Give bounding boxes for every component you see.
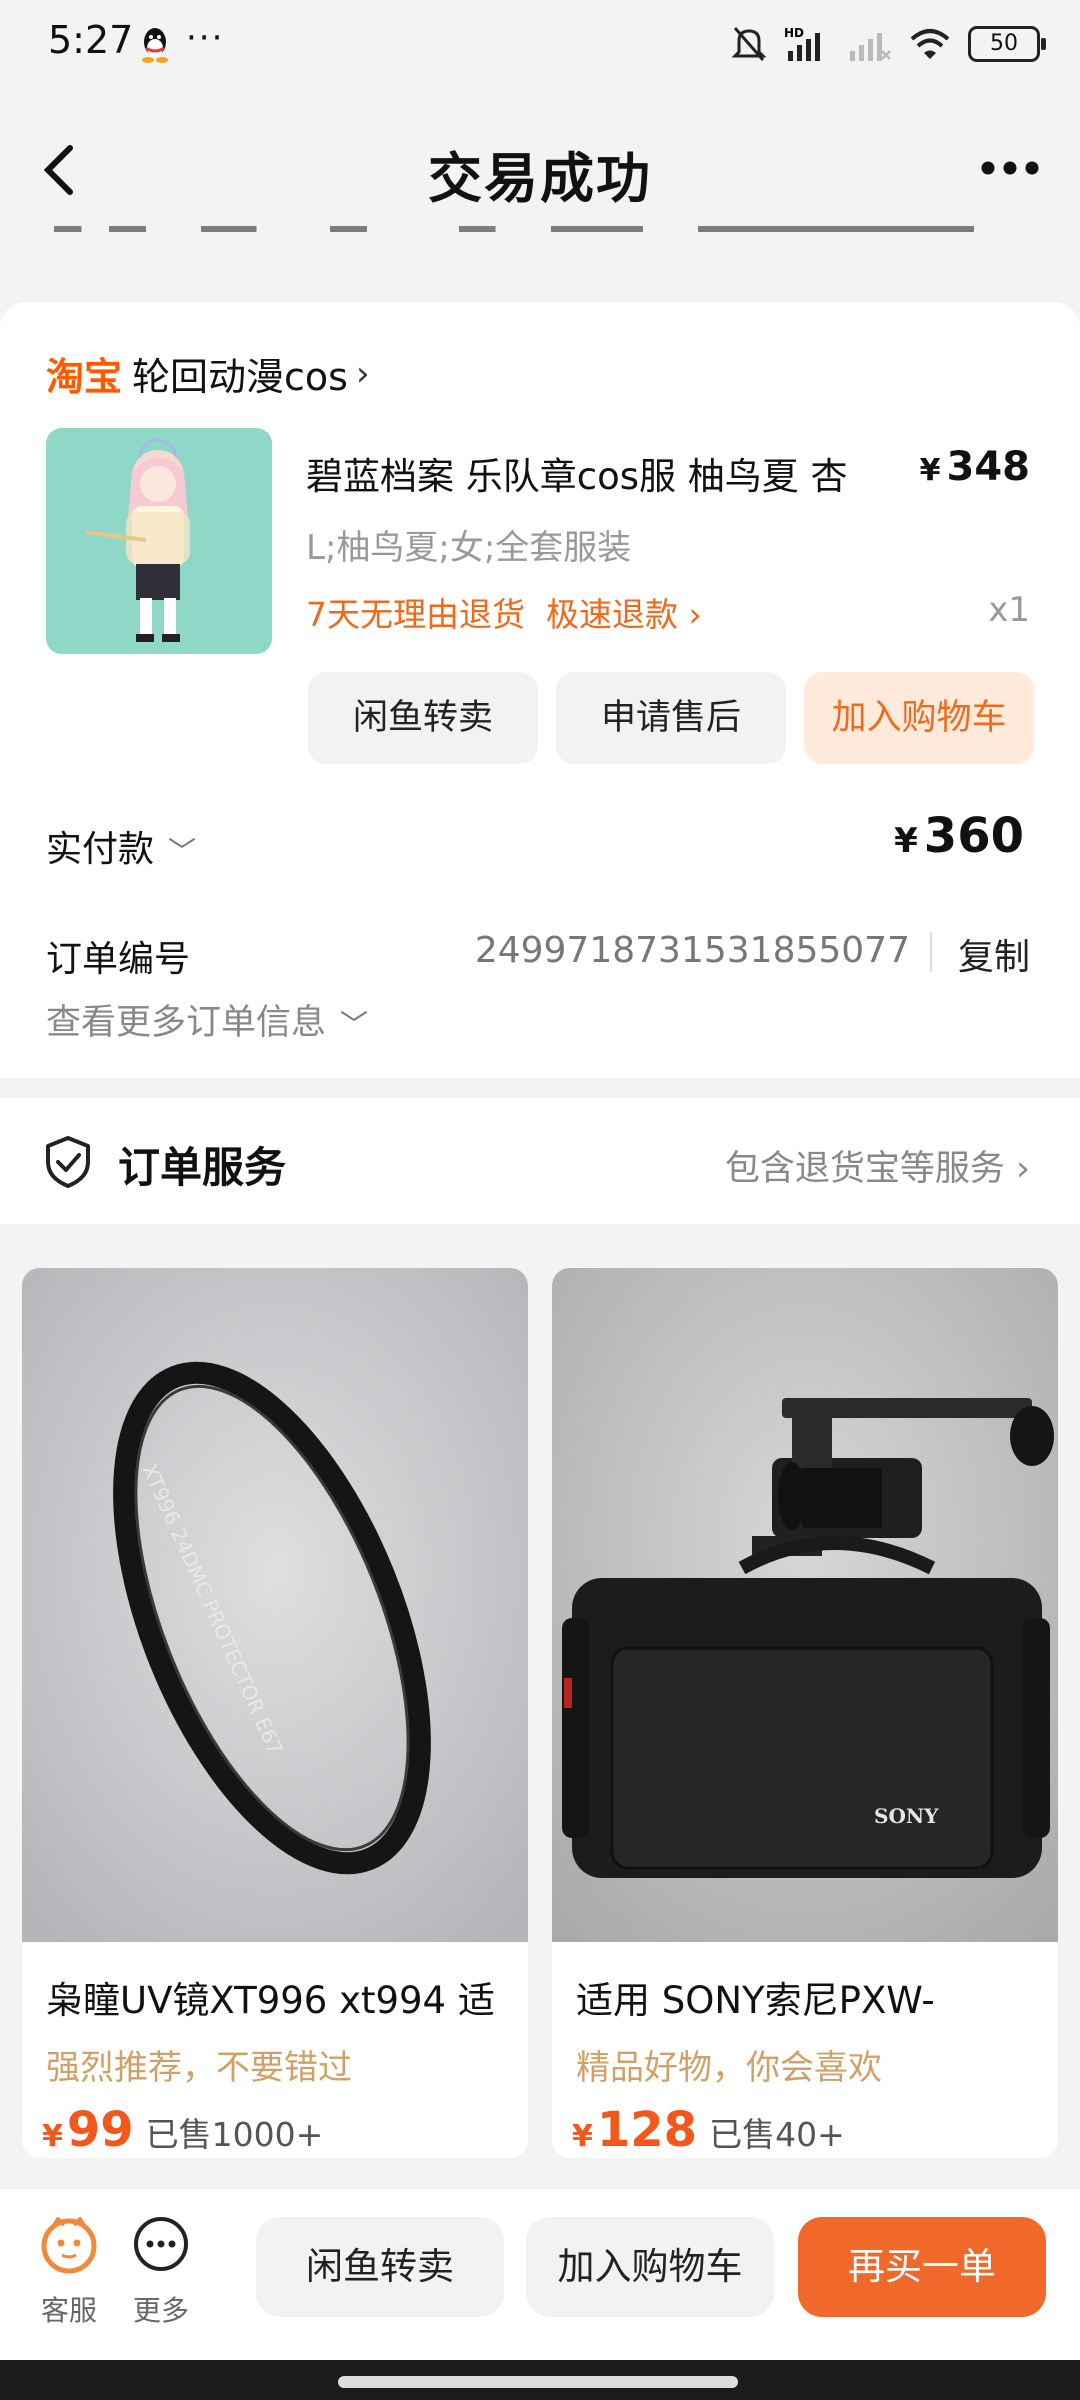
add-to-cart-button[interactable]: 加入购物车 <box>804 672 1034 764</box>
taobao-logo: 淘宝 <box>46 355 123 399</box>
chevron-down-icon: ﹀ <box>340 1008 369 1041</box>
paid-amount-toggle[interactable]: 实付款 ﹀ <box>46 820 196 872</box>
signal-icon: HD <box>784 26 820 61</box>
recommend-title: 适用 SONY索尼PXW- <box>576 1979 935 2022</box>
customer-service-icon[interactable] <box>38 2213 100 2275</box>
more-dots-icon[interactable] <box>980 160 1040 176</box>
notification-more-icon: ··· <box>186 18 225 58</box>
system-nav-bar <box>0 2360 1080 2400</box>
page-title: 交易成功 <box>428 147 652 210</box>
divider <box>930 932 932 972</box>
recommend-title: 枭瞳UV镜XT996 xt994 适 <box>46 1979 495 2022</box>
qq-icon <box>142 28 168 63</box>
order-service-row[interactable]: 订单服务 包含退货宝等服务 › <box>0 1098 1080 1224</box>
recommend-price: ¥99 已售1000+ <box>42 2102 324 2158</box>
status-bar: 5:27 ··· HD 50 <box>0 0 1080 88</box>
chevron-right-icon: › <box>355 353 370 394</box>
product-quantity: x1 <box>988 590 1030 630</box>
return-policy-link[interactable]: 7天无理由退货 极速退款 › <box>306 588 702 636</box>
recommend-price: ¥128 已售40+ <box>572 2102 845 2158</box>
status-time: 5:27 <box>48 18 134 62</box>
order-number-label: 订单编号 <box>46 939 191 980</box>
order-card: 淘宝 轮回动漫cos › 碧蓝档案 乐队章cos服 柚鸟夏 杏 ¥348 L;柚… <box>0 302 1080 1078</box>
chevron-right-icon: › <box>1004 1149 1030 1189</box>
nav-bar: 交易成功 <box>0 88 1080 248</box>
product-image: SONY <box>552 1268 1058 1942</box>
paid-amount: ¥360 <box>894 808 1024 864</box>
resell-button[interactable]: 闲鱼转卖 <box>308 672 538 764</box>
product-sku: L;柚鸟夏;女;全套服装 <box>306 528 632 568</box>
product-price: ¥348 <box>919 444 1030 490</box>
buy-again-button[interactable]: 再买一单 <box>798 2217 1046 2317</box>
recommend-card[interactable]: SONY 适用 SONY索尼PXW- 精品好物，你会喜欢 ¥128 已售40+ <box>552 1268 1058 2158</box>
camera-bag-image: SONY <box>552 1268 1058 1942</box>
after-sales-button[interactable]: 申请售后 <box>556 672 786 764</box>
more-order-info-link[interactable]: 查看更多订单信息 ﹀ <box>46 994 368 1045</box>
home-indicator[interactable] <box>338 2376 738 2388</box>
scrolled-content-edge <box>54 226 974 242</box>
signal-weak-icon <box>850 33 891 61</box>
product-thumbnail[interactable] <box>46 428 272 654</box>
status-icons: HD 50 <box>732 22 1046 66</box>
sold-count: 已售1000+ <box>145 2115 324 2154</box>
bottom-action-bar: 客服 更多 闲鱼转卖 加入购物车 再买一单 <box>0 2188 1080 2361</box>
shop-link[interactable]: 淘宝 轮回动漫cos › <box>46 346 370 401</box>
more-icon[interactable] <box>132 2215 190 2273</box>
svg-text:HD: HD <box>784 26 804 40</box>
uv-filter-image: XT996 24DMC PROTECTOR E67 <box>22 1268 528 1942</box>
product-image: XT996 24DMC PROTECTOR E67 <box>22 1268 528 1942</box>
wifi-icon <box>910 29 950 59</box>
sony-logo: SONY <box>874 1804 939 1828</box>
service-title: 订单服务 <box>118 1143 287 1192</box>
recommend-tag: 强烈推荐，不要错过 <box>46 2048 352 2088</box>
customer-service-label[interactable]: 客服 <box>24 2289 114 2329</box>
copy-button[interactable]: 复制 <box>958 928 1030 980</box>
sold-count: 已售40+ <box>709 2115 845 2154</box>
product-title[interactable]: 碧蓝档案 乐队章cos服 柚鸟夏 杏 <box>306 446 906 500</box>
add-to-cart-button[interactable]: 加入购物车 <box>526 2217 774 2317</box>
mute-bell-icon <box>732 27 766 61</box>
shop-name: 轮回动漫cos <box>132 355 348 399</box>
cosplay-figure-image <box>46 428 272 654</box>
resell-button[interactable]: 闲鱼转卖 <box>256 2217 504 2317</box>
chevron-down-icon: ﹀ <box>168 835 197 868</box>
order-number: 2499718731531855077 <box>474 930 910 971</box>
recommend-card[interactable]: XT996 24DMC PROTECTOR E67 枭瞳UV镜XT996 xt9… <box>22 1268 528 2158</box>
service-detail-link[interactable]: 包含退货宝等服务 › <box>725 1140 1030 1191</box>
shield-check-icon <box>46 1136 90 1188</box>
battery-icon: 50 <box>968 26 1046 62</box>
recommend-tag: 精品好物，你会喜欢 <box>576 2048 882 2088</box>
chevron-right-icon: › <box>688 595 702 634</box>
more-label[interactable]: 更多 <box>116 2289 206 2329</box>
